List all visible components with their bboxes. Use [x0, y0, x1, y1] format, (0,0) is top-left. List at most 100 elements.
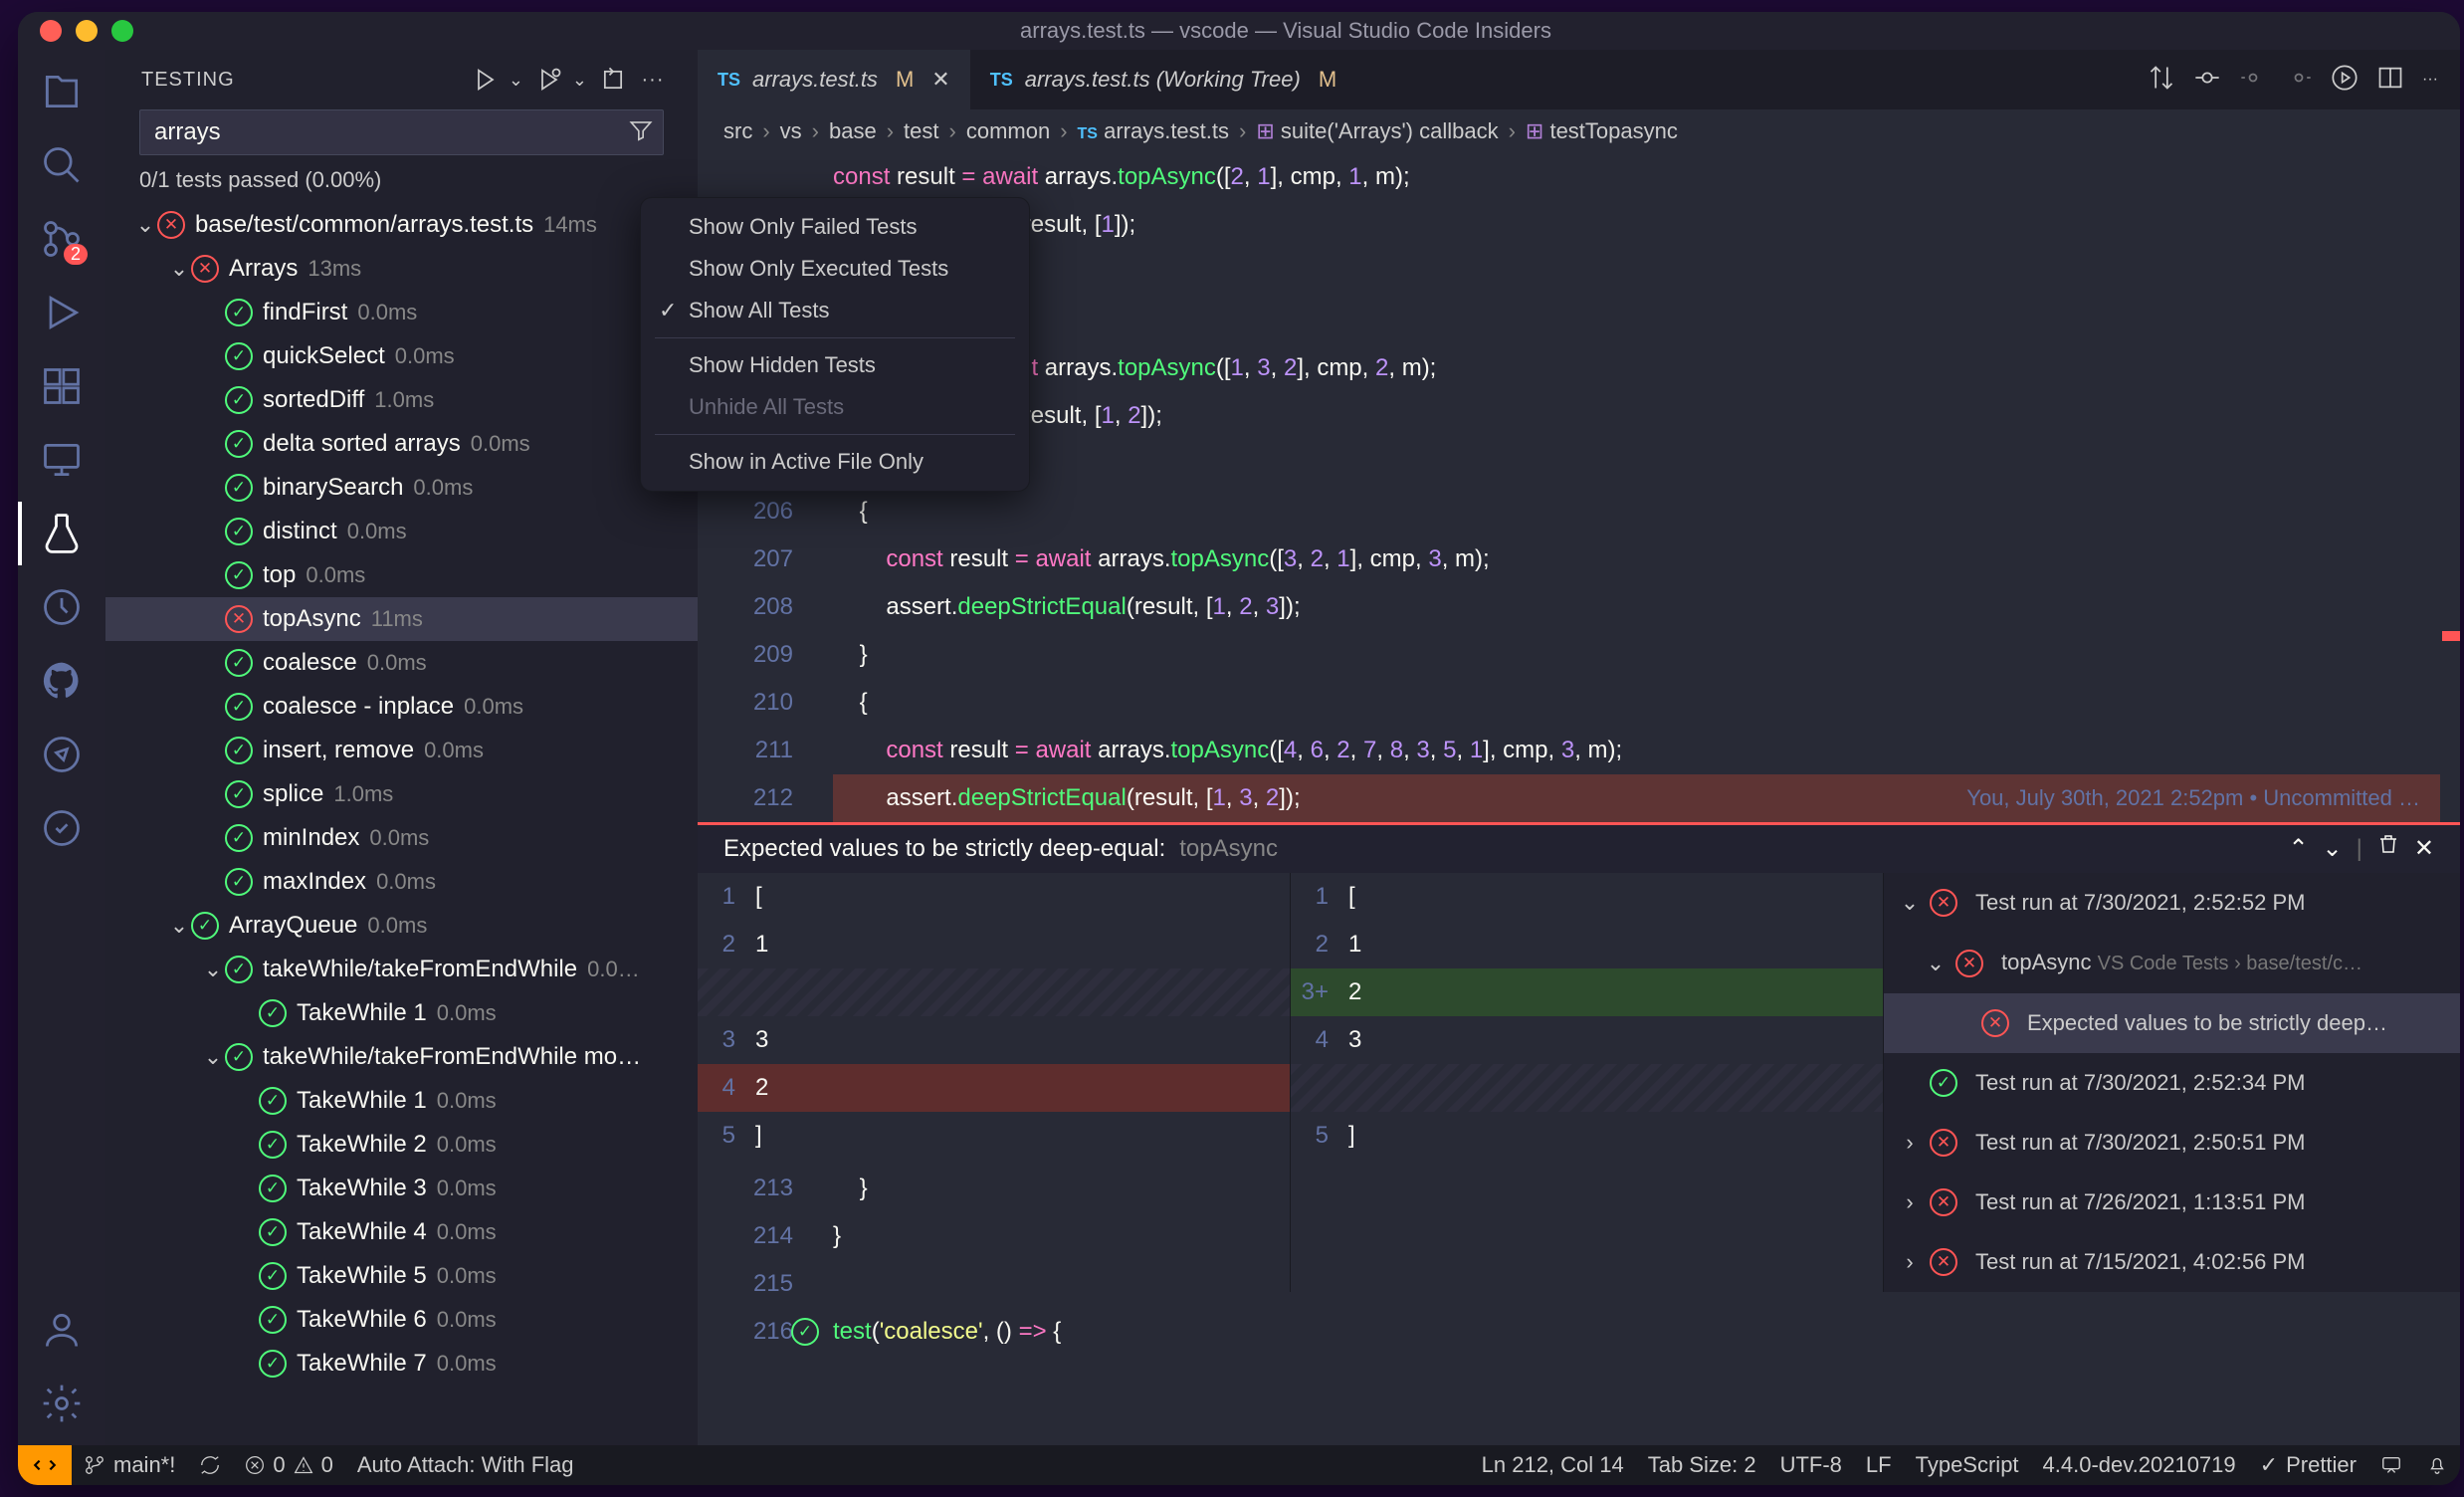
- commit-nav-fwd-icon[interactable]: [2285, 64, 2313, 97]
- problems-status[interactable]: 0 0: [233, 1452, 345, 1478]
- run-all-icon[interactable]: [471, 65, 501, 95]
- remote-icon[interactable]: [40, 438, 84, 482]
- test-run-item[interactable]: Expected values to be strictly deep…: [1884, 993, 2460, 1053]
- peek-down-icon[interactable]: ⌄: [2323, 825, 2343, 873]
- test-item[interactable]: TakeWhile 40.0ms: [105, 1210, 698, 1254]
- test-item[interactable]: splice1.0ms: [105, 772, 698, 816]
- run-dropdown-icon[interactable]: ⌄: [509, 70, 524, 91]
- more-tab-actions-icon[interactable]: ···: [2422, 71, 2438, 89]
- compare-icon[interactable]: [2148, 64, 2175, 97]
- test-item[interactable]: ⌄ArrayQueue0.0ms: [105, 904, 698, 948]
- test-item[interactable]: TakeWhile 70.0ms: [105, 1342, 698, 1386]
- sync-status[interactable]: [187, 1454, 233, 1476]
- refresh-tests-icon[interactable]: [598, 65, 628, 95]
- test-filter-input[interactable]: [139, 109, 664, 155]
- breadcrumb-item[interactable]: src: [723, 118, 752, 144]
- settings-icon[interactable]: [40, 1382, 84, 1425]
- breadcrumbs[interactable]: src›vs›base›test›common›TS arrays.test.t…: [698, 109, 2460, 153]
- testing-icon[interactable]: [40, 512, 84, 555]
- test-item[interactable]: TakeWhile 60.0ms: [105, 1298, 698, 1342]
- test-item[interactable]: TakeWhile 10.0ms: [105, 1079, 698, 1123]
- tab-size[interactable]: Tab Size: 2: [1636, 1452, 1768, 1478]
- minimize-window[interactable]: [76, 20, 98, 42]
- test-item[interactable]: top0.0ms: [105, 553, 698, 597]
- test-item[interactable]: maxIndex0.0ms: [105, 860, 698, 904]
- github-icon[interactable]: [40, 659, 84, 703]
- dropdown-item[interactable]: Show Only Failed Tests: [641, 206, 1029, 248]
- more-icon[interactable]: ···: [638, 65, 668, 95]
- test-item[interactable]: ⌄Arrays13ms: [105, 247, 698, 291]
- peek-up-icon[interactable]: ⌃: [2288, 825, 2308, 873]
- test-item[interactable]: TakeWhile 30.0ms: [105, 1167, 698, 1210]
- test-run-item[interactable]: ⌄topAsync VS Code Tests › base/test/c…: [1884, 933, 2460, 993]
- test-item[interactable]: insert, remove0.0ms: [105, 729, 698, 772]
- test-run-item[interactable]: ›Test run at 7/30/2021, 2:50:51 PM: [1884, 1113, 2460, 1173]
- breadcrumb-item[interactable]: TS arrays.test.ts: [1078, 118, 1230, 144]
- test-item[interactable]: sortedDiff1.0ms: [105, 378, 698, 422]
- prettier-status[interactable]: ✓ Prettier: [2248, 1452, 2368, 1478]
- debug-all-icon[interactable]: [534, 65, 564, 95]
- ts-version[interactable]: 4.4.0-dev.20210719: [2031, 1452, 2248, 1478]
- run-file-icon[interactable]: [2331, 64, 2359, 97]
- debug-dropdown-icon[interactable]: ⌄: [572, 70, 588, 91]
- test-run-item[interactable]: Test run at 7/30/2021, 2:52:34 PM: [1884, 1053, 2460, 1113]
- eol[interactable]: LF: [1854, 1452, 1904, 1478]
- test-item[interactable]: coalesce - inplace0.0ms: [105, 685, 698, 729]
- titlebar[interactable]: arrays.test.ts — vscode — Visual Studio …: [18, 12, 2460, 50]
- remote-indicator[interactable]: [18, 1445, 72, 1485]
- explorer-icon[interactable]: [40, 70, 84, 113]
- language-mode[interactable]: TypeScript: [1904, 1452, 2031, 1478]
- test-item[interactable]: quickSelect0.0ms: [105, 334, 698, 378]
- dropdown-item[interactable]: Show in Active File Only: [641, 441, 1029, 483]
- test-item[interactable]: TakeWhile 10.0ms: [105, 991, 698, 1035]
- close-tab-icon[interactable]: ✕: [931, 67, 949, 93]
- debug-icon[interactable]: [40, 291, 84, 334]
- scm-icon[interactable]: 2: [40, 217, 84, 261]
- breadcrumb-item[interactable]: test: [904, 118, 938, 144]
- test-item[interactable]: ⌄takeWhile/takeFromEndWhile mo…: [105, 1035, 698, 1079]
- peek-delete-icon[interactable]: [2376, 825, 2400, 873]
- test-item[interactable]: findFirst0.0ms: [105, 291, 698, 334]
- test-item[interactable]: delta sorted arrays0.0ms: [105, 422, 698, 466]
- dropdown-item[interactable]: Show All Tests: [641, 290, 1029, 331]
- editor-tab[interactable]: TSarrays.test.ts (Working Tree)M: [970, 50, 1356, 109]
- dropdown-item[interactable]: Show Hidden Tests: [641, 344, 1029, 386]
- breadcrumb-item[interactable]: common: [966, 118, 1050, 144]
- commit-prev-icon[interactable]: [2193, 64, 2221, 97]
- test-item[interactable]: coalesce0.0ms: [105, 641, 698, 685]
- breadcrumb-item[interactable]: base: [829, 118, 877, 144]
- compass-icon[interactable]: [40, 733, 84, 776]
- close-window[interactable]: [40, 20, 62, 42]
- test-item[interactable]: ⌄base/test/common/arrays.test.ts14ms: [105, 203, 698, 247]
- target-icon[interactable]: [40, 806, 84, 850]
- search-icon[interactable]: [40, 143, 84, 187]
- test-item[interactable]: minIndex0.0ms: [105, 816, 698, 860]
- test-item[interactable]: distinct0.0ms: [105, 510, 698, 553]
- test-item[interactable]: TakeWhile 50.0ms: [105, 1254, 698, 1298]
- commit-nav-back-icon[interactable]: [2239, 64, 2267, 97]
- feedback-icon[interactable]: [2368, 1454, 2414, 1476]
- encoding[interactable]: UTF-8: [1768, 1452, 1854, 1478]
- test-run-item[interactable]: ⌄Test run at 7/30/2021, 2:52:52 PM: [1884, 873, 2460, 933]
- account-icon[interactable]: [40, 1308, 84, 1352]
- maximize-window[interactable]: [111, 20, 133, 42]
- test-item[interactable]: topAsync11ms: [105, 597, 698, 641]
- test-tree[interactable]: ⌄base/test/common/arrays.test.ts14ms⌄Arr…: [105, 203, 698, 1445]
- peek-close-icon[interactable]: ✕: [2414, 825, 2434, 873]
- breadcrumb-item[interactable]: ⊞ testTopasync: [1526, 118, 1678, 144]
- cursor-position[interactable]: Ln 212, Col 14: [1470, 1452, 1636, 1478]
- test-item[interactable]: binarySearch0.0ms: [105, 466, 698, 510]
- editor-tab[interactable]: TSarrays.test.tsM✕: [698, 50, 970, 109]
- filter-icon[interactable]: [628, 117, 654, 148]
- bell-icon[interactable]: [2414, 1454, 2460, 1476]
- breadcrumb-item[interactable]: vs: [780, 118, 802, 144]
- branch-status[interactable]: main*!: [72, 1452, 187, 1478]
- split-editor-icon[interactable]: [2376, 64, 2404, 97]
- test-item[interactable]: TakeWhile 20.0ms: [105, 1123, 698, 1167]
- dropdown-item[interactable]: Show Only Executed Tests: [641, 248, 1029, 290]
- auto-attach-status[interactable]: Auto Attach: With Flag: [345, 1452, 586, 1478]
- extensions-icon[interactable]: [40, 364, 84, 408]
- test-item[interactable]: ⌄takeWhile/takeFromEndWhile0.0…: [105, 948, 698, 991]
- breadcrumb-item[interactable]: ⊞ suite('Arrays') callback: [1256, 118, 1498, 144]
- history-icon[interactable]: [40, 585, 84, 629]
